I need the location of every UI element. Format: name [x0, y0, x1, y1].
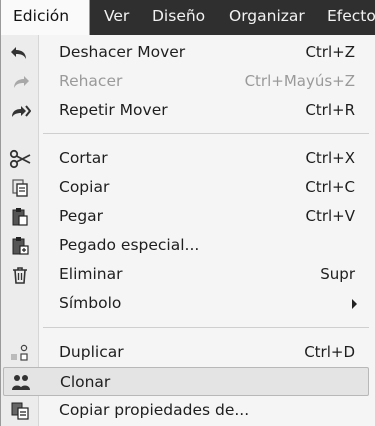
menu-item-eliminar[interactable]: Eliminar Supr — [3, 260, 369, 289]
menu-item-copiar-propiedades[interactable]: Copiar propiedades de... — [3, 396, 369, 425]
trash-icon — [3, 260, 37, 289]
menu-item-cortar[interactable]: Cortar Ctrl+X — [3, 144, 369, 173]
menu-item-clonar[interactable]: Clonar — [3, 367, 369, 396]
menu-efecto[interactable]: Efecto — [327, 0, 375, 35]
menu-diseno-label: Diseño — [152, 7, 206, 25]
menu-item-label: Copiar propiedades de... — [59, 401, 250, 419]
menu-item-label: Cortar — [59, 149, 108, 167]
menu-item-simbolo[interactable]: Símbolo — [3, 289, 369, 318]
redo-icon — [3, 67, 37, 96]
edit-dropdown-menu: Deshacer Mover Ctrl+Z Rehacer Ctrl+Mayús… — [0, 35, 375, 426]
menu-item-label: Eliminar — [59, 265, 123, 283]
menu-organizar[interactable]: Organizar — [229, 0, 305, 35]
menu-item-shortcut: Supr — [320, 265, 355, 283]
paste-special-icon — [3, 231, 37, 260]
menu-separator — [43, 133, 369, 134]
menu-item-label: Pegar — [59, 207, 104, 225]
menu-item-shortcut: Ctrl+Mayús+Z — [244, 72, 355, 90]
duplicate-icon — [3, 338, 37, 367]
menu-bar: Edición Ver Diseño Organizar Efecto — [0, 0, 375, 35]
menu-item-copiar[interactable]: Copiar Ctrl+C — [3, 173, 369, 202]
menu-item-shortcut: Ctrl+Z — [305, 43, 355, 61]
menu-item-label: Símbolo — [59, 294, 122, 312]
menu-item-label: Duplicar — [59, 343, 124, 361]
menu-item-shortcut: Ctrl+R — [305, 101, 355, 119]
menu-item-repetir[interactable]: Repetir Mover Ctrl+R — [3, 96, 369, 125]
menu-edicion[interactable]: Edición — [0, 0, 90, 35]
menu-item-label: Copiar — [59, 178, 110, 196]
menu-item-label: Repetir Mover — [59, 101, 168, 119]
menu-item-label: Deshacer Mover — [59, 43, 186, 61]
menu-ver[interactable]: Ver — [104, 0, 129, 35]
repeat-icon — [3, 96, 37, 125]
menu-item-shortcut: Ctrl+C — [305, 178, 355, 196]
menu-efecto-label: Efecto — [327, 7, 375, 25]
menu-item-shortcut: Ctrl+V — [305, 207, 355, 225]
menu-item-pegar[interactable]: Pegar Ctrl+V — [3, 202, 369, 231]
menu-diseno[interactable]: Diseño — [152, 0, 205, 35]
submenu-arrow-icon — [352, 299, 357, 309]
menu-edicion-label: Edición — [13, 7, 70, 25]
menu-ver-label: Ver — [104, 7, 130, 25]
menu-item-duplicar[interactable]: Duplicar Ctrl+D — [3, 338, 369, 367]
menu-item-deshacer[interactable]: Deshacer Mover Ctrl+Z — [3, 38, 369, 67]
menu-item-shortcut: Ctrl+X — [305, 149, 355, 167]
menu-organizar-label: Organizar — [229, 7, 305, 25]
paste-icon — [3, 202, 37, 231]
menu-item-pegado-especial[interactable]: Pegado especial... — [3, 231, 369, 260]
undo-icon — [3, 38, 37, 67]
menu-item-label: Clonar — [60, 373, 111, 391]
copy-properties-icon — [3, 396, 37, 425]
menu-item-shortcut: Ctrl+D — [304, 343, 355, 361]
copy-icon — [3, 173, 37, 202]
menu-item-label: Rehacer — [59, 72, 123, 90]
scissors-icon — [3, 144, 37, 173]
menu-item-rehacer[interactable]: Rehacer Ctrl+Mayús+Z — [3, 67, 369, 96]
menu-item-label: Pegado especial... — [59, 236, 200, 254]
menu-separator — [43, 327, 369, 328]
clone-icon — [4, 368, 38, 397]
